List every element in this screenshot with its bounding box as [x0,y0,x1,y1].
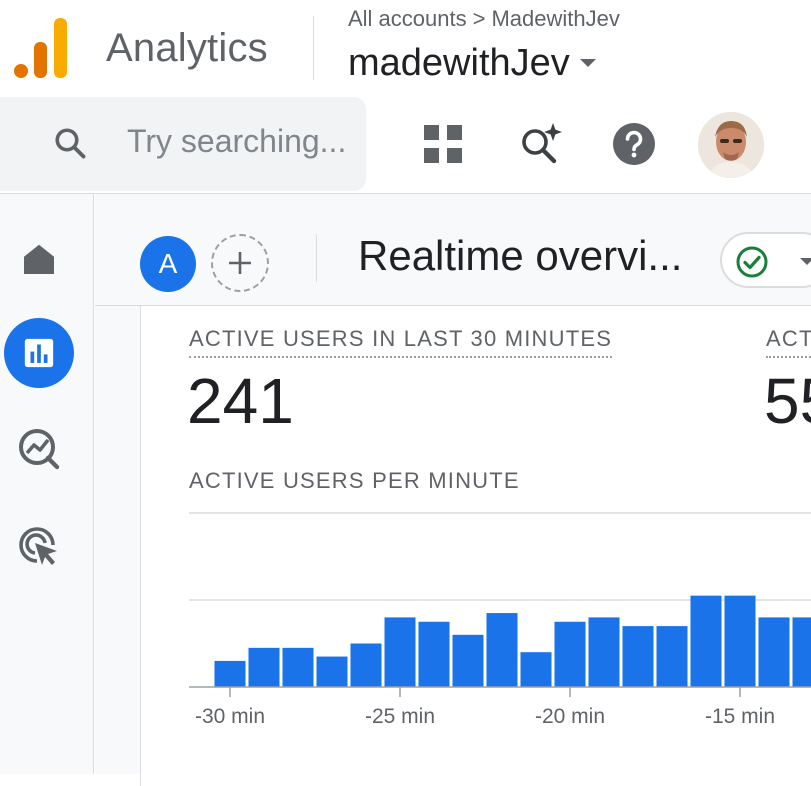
chart-bar[interactable] [351,644,382,688]
apps-button[interactable] [417,118,469,170]
chart-bar[interactable] [691,596,722,687]
avatar[interactable] [698,112,764,178]
chart-bar[interactable] [249,648,280,687]
breadcrumb-separator: > [473,6,486,32]
chart-bar[interactable] [589,617,620,687]
header-divider [313,16,314,80]
report-status-dropdown[interactable] [720,232,811,288]
chart-bar[interactable] [215,661,246,687]
caret-down-icon [580,59,596,67]
top-header: Analytics All accounts>MadewithJev madew… [0,0,811,193]
x-tick-label: -25 min [365,705,435,728]
search-bar[interactable] [0,97,366,191]
realtime-card: ACTIVE USERS IN LAST 30 MINUTES 241 ACT … [140,306,811,786]
nav-reports-button[interactable] [4,318,74,388]
breadcrumb-root[interactable]: All accounts [348,6,467,31]
add-comparison-button[interactable] [211,234,269,292]
chart-bar[interactable] [385,617,416,687]
page-title: Realtime overvi... [358,232,698,280]
help-button[interactable] [608,118,660,170]
chart-bar[interactable] [419,622,450,687]
x-tick-label: -15 min [705,705,775,728]
chart-bar[interactable] [793,617,811,687]
plus-icon [226,249,254,277]
nav-home-button[interactable] [4,224,74,294]
sparkle-search-icon [517,121,563,167]
nav-explore-button[interactable] [4,414,74,484]
breadcrumb[interactable]: All accounts>MadewithJev [348,6,620,32]
chart-bar[interactable] [283,648,314,687]
chart-bar[interactable] [623,626,654,687]
analytics-logo[interactable] [14,18,68,78]
account-selector[interactable]: madewithJev [348,42,596,85]
chart-bar[interactable] [487,613,518,687]
chart-bar[interactable] [555,622,586,687]
search-insights-button[interactable] [514,118,566,170]
advertising-icon [17,525,61,569]
grid-icon [424,125,462,163]
chart-bar[interactable] [317,657,348,687]
search-input[interactable] [127,121,363,161]
user-photo [698,112,764,178]
toolbar-divider [316,234,317,282]
explore-icon [17,427,61,471]
chart-bar[interactable] [453,635,484,687]
chart-bar[interactable] [725,596,756,687]
report-toolbar: A Realtime overvi... [95,194,811,306]
breadcrumb-account[interactable]: MadewithJev [491,6,619,31]
x-tick-label: -30 min [195,705,265,728]
caret-down-icon [800,258,811,265]
help-icon [612,122,656,166]
comparison-chip[interactable]: A [140,236,196,292]
chart-bar[interactable] [759,617,790,687]
chart-bar[interactable] [521,652,552,687]
left-navigation [0,194,94,774]
nav-advertising-button[interactable] [4,512,74,582]
search-icon [52,125,88,161]
bar-chart-icon [22,336,56,370]
home-icon [21,241,57,277]
active-users-per-minute-chart: -30 min -25 min -20 min -15 min [141,306,811,786]
chart-bar[interactable] [657,626,688,687]
check-circle-icon [736,246,768,278]
account-name: madewithJev [348,42,570,84]
x-tick-label: -20 min [535,705,605,728]
app-name: Analytics [106,26,268,71]
main-content: A Realtime overvi... ACTIVE USERS IN LAS… [95,194,811,774]
